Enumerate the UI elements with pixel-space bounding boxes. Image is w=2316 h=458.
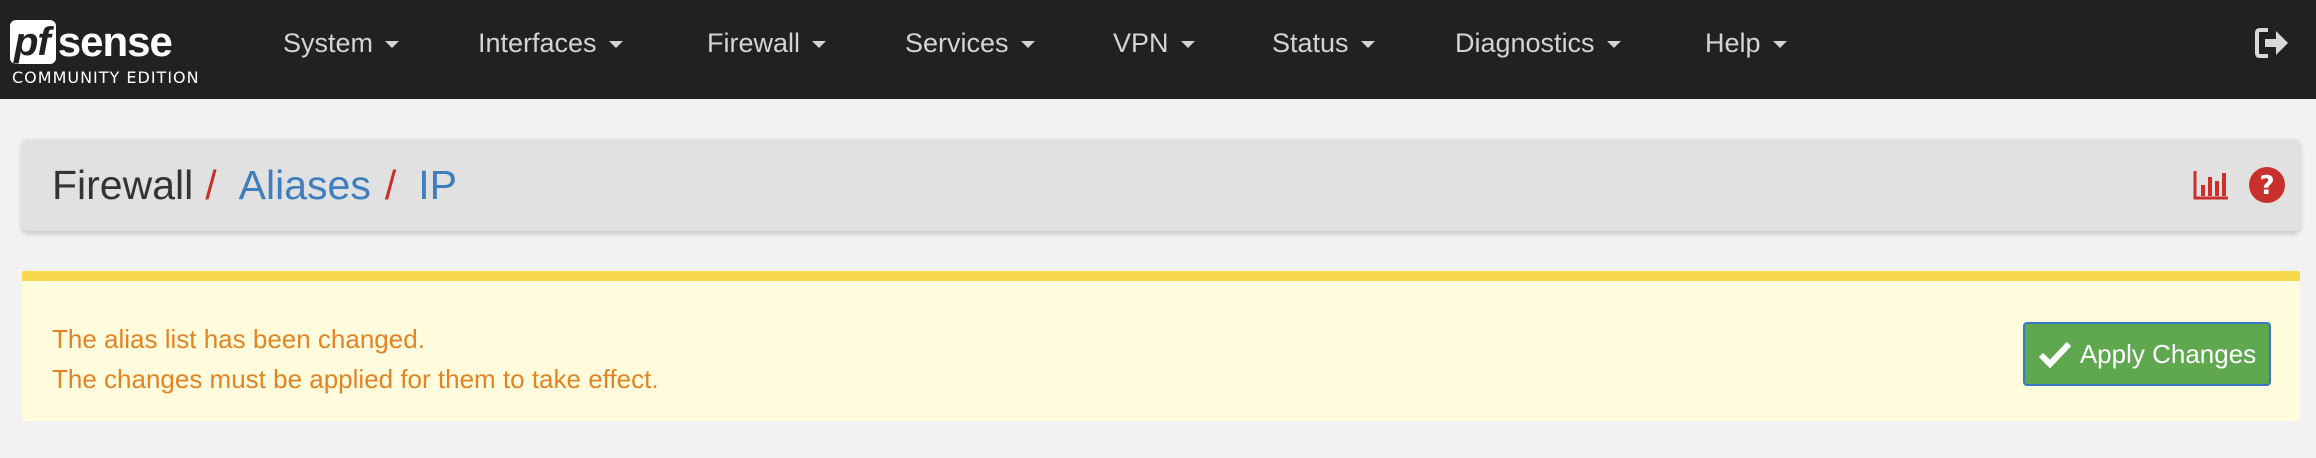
menu-interfaces[interactable]: Interfaces xyxy=(478,0,623,86)
menu-label: Interfaces xyxy=(478,27,597,58)
changes-alert: The alias list has been changed. The cha… xyxy=(22,271,2300,421)
logo-pf: pf xyxy=(10,20,56,64)
menu-services[interactable]: Services xyxy=(905,0,1035,86)
breadcrumb-firewall: Firewall xyxy=(52,161,194,208)
alert-line-2: The changes must be applied for them to … xyxy=(52,364,659,394)
breadcrumb-separator: / xyxy=(384,161,397,208)
caret-down-icon xyxy=(1606,41,1621,48)
breadcrumb-ip[interactable]: IP xyxy=(418,162,457,209)
menu-label: Help xyxy=(1705,27,1761,58)
logo-wordmark: pf sense xyxy=(10,14,173,65)
caret-down-icon xyxy=(608,41,623,48)
caret-down-icon xyxy=(1180,41,1195,48)
breadcrumb-separator: / xyxy=(205,161,217,208)
apply-changes-button[interactable]: Apply Changes xyxy=(2023,322,2271,386)
caret-down-icon xyxy=(812,41,827,48)
menu-firewall[interactable]: Firewall xyxy=(707,0,827,86)
sign-out-icon[interactable] xyxy=(2254,26,2290,60)
breadcrumb-aliases[interactable]: Aliases xyxy=(239,162,371,209)
menu-label: Services xyxy=(905,27,1009,58)
menu-system[interactable]: System xyxy=(283,0,400,86)
caret-down-icon xyxy=(385,41,400,48)
menu-label: Firewall xyxy=(707,27,801,58)
menu-label: VPN xyxy=(1113,27,1169,58)
menu-label: System xyxy=(283,27,374,58)
check-icon xyxy=(2038,341,2072,368)
menu-vpn[interactable]: VPN xyxy=(1113,0,1195,86)
question-circle-icon[interactable]: ? xyxy=(2248,166,2286,204)
menu-label: Diagnostics xyxy=(1455,27,1595,58)
alert-message: The alias list has been changed. The cha… xyxy=(52,319,659,399)
svg-text:?: ? xyxy=(2259,171,2274,201)
logo-sense: sense xyxy=(57,18,173,65)
menu-help[interactable]: Help xyxy=(1705,0,1787,86)
top-navbar: pf sense COMMUNITY EDITION System Interf… xyxy=(0,0,2316,99)
alert-line-1: The alias list has been changed. xyxy=(52,324,425,354)
logo-edition: COMMUNITY EDITION xyxy=(12,68,200,87)
caret-down-icon xyxy=(1360,41,1375,48)
apply-changes-label: Apply Changes xyxy=(2079,338,2257,369)
header-icons: ? xyxy=(2192,165,2286,205)
caret-down-icon xyxy=(1772,41,1787,48)
menu-label: Status xyxy=(1272,27,1349,58)
breadcrumb: Firewall / Aliases / IP xyxy=(52,139,457,231)
page-header: Firewall / Aliases / IP ? xyxy=(22,139,2300,231)
pfsense-logo[interactable]: pf sense COMMUNITY EDITION xyxy=(10,14,230,92)
menu-diagnostics[interactable]: Diagnostics xyxy=(1455,0,1621,86)
menu-status[interactable]: Status xyxy=(1272,0,1375,86)
caret-down-icon xyxy=(1020,41,1035,48)
bar-chart-icon[interactable] xyxy=(2192,169,2230,201)
